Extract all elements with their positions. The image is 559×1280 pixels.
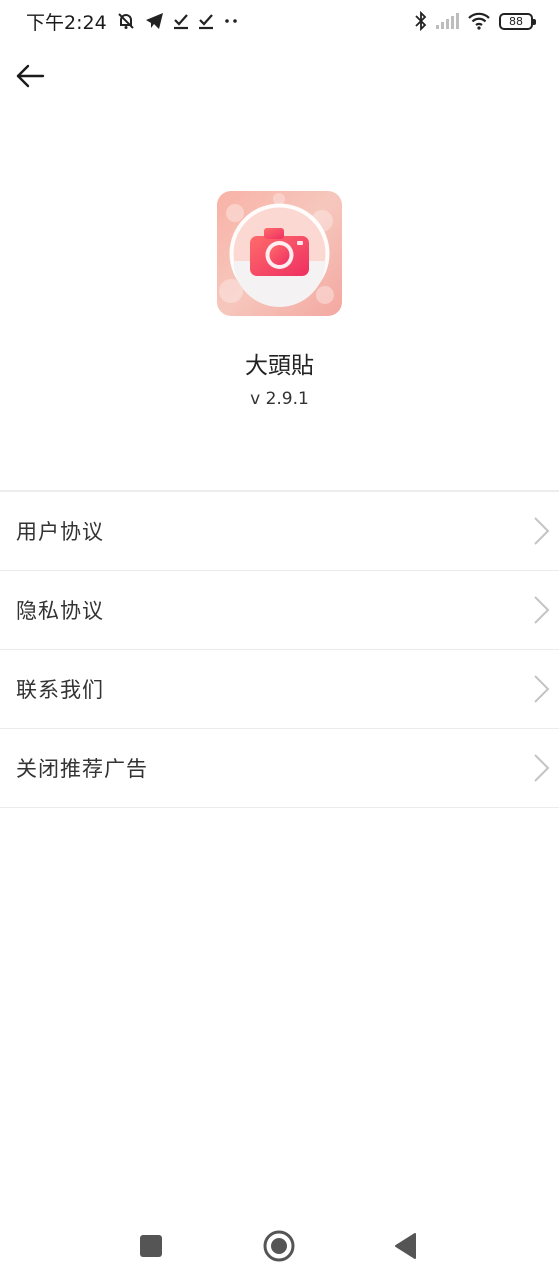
signal-icon [435,13,459,29]
camera-logo-icon [217,191,342,316]
menu-item-user-agreement[interactable]: 用户协议 [0,492,559,571]
back-nav-button[interactable] [388,1228,424,1264]
menu-item-privacy-policy[interactable]: 隐私协议 [0,571,559,650]
square-icon [140,1235,162,1257]
about-page: 下午2:24 88 大頭貼 v 2.9.1 用户协议 隐私协议 联系我们 关闭推… [0,0,559,1280]
triangle-back-icon [395,1233,416,1259]
download-done-icon [173,12,189,30]
menu-item-disable-ads[interactable]: 关闭推荐广告 [0,729,559,808]
status-time: 下午2:24 [26,11,107,34]
chevron-right-icon [534,675,550,703]
app-name: 大頭貼 [245,353,314,379]
status-bar-left: 下午2:24 [26,8,239,35]
chevron-right-icon [534,754,550,782]
menu-item-label: 联系我们 [16,678,104,702]
bluetooth-icon [415,11,427,31]
back-arrow-icon [16,64,45,88]
circle-home-icon [263,1230,295,1262]
menu-item-label: 关闭推荐广告 [16,757,148,781]
status-bar: 下午2:24 88 [0,0,559,42]
back-button[interactable] [10,56,50,96]
system-nav-bar [0,1210,559,1280]
telegram-icon [145,12,164,30]
recent-apps-button[interactable] [133,1228,169,1264]
settings-menu-list: 用户协议 隐私协议 联系我们 关闭推荐广告 [0,490,559,808]
menu-item-label: 隐私协议 [16,599,104,623]
chevron-right-icon [534,596,550,624]
download-done-icon [198,12,214,30]
chevron-right-icon [534,517,550,545]
app-version: v 2.9.1 [250,389,309,409]
wifi-icon [467,12,491,30]
menu-item-contact-us[interactable]: 联系我们 [0,650,559,729]
more-dots-icon [223,16,239,26]
app-logo [217,191,342,316]
menu-item-label: 用户协议 [16,520,104,544]
status-bar-right: 88 [415,11,536,31]
home-button[interactable] [261,1228,297,1264]
battery-indicator: 88 [499,12,536,30]
mute-bell-icon [116,11,136,31]
